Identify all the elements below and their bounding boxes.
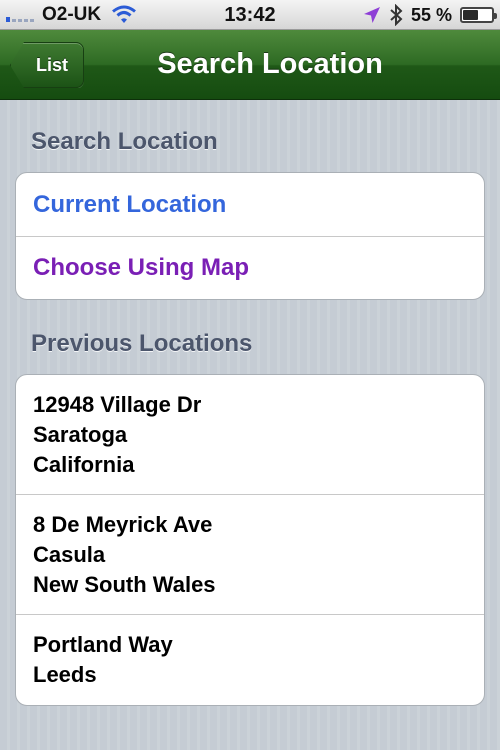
battery-icon bbox=[460, 7, 497, 23]
list-item[interactable]: 8 De Meyrick Ave Casula New South Wales bbox=[16, 495, 484, 615]
list-item[interactable]: 12948 Village Dr Saratoga California bbox=[16, 375, 484, 495]
location-services-icon bbox=[363, 7, 380, 23]
search-options-group: Current Location Choose Using Map bbox=[15, 172, 485, 300]
status-bar: O2-UK 13:42 55 % bbox=[0, 0, 500, 30]
address-line: New South Wales bbox=[33, 572, 216, 597]
address-line: Leeds bbox=[33, 662, 97, 687]
battery-percent: 55 % bbox=[410, 4, 452, 25]
address-line: California bbox=[33, 452, 135, 477]
status-right: 55 % bbox=[363, 0, 497, 30]
navigation-bar: List Search Location bbox=[0, 30, 500, 100]
address-line: 12948 Village Dr bbox=[33, 392, 202, 417]
address-line: Casula bbox=[33, 542, 106, 567]
section-header-previous: Previous Locations bbox=[31, 330, 253, 357]
bluetooth-icon bbox=[390, 4, 403, 26]
previous-locations-group: 12948 Village Dr Saratoga California 8 D… bbox=[15, 374, 485, 706]
choose-using-map-item[interactable]: Choose Using Map bbox=[16, 237, 484, 299]
address-line: Portland Way bbox=[33, 632, 173, 657]
section-header-search: Search Location bbox=[31, 128, 218, 155]
back-button[interactable]: List bbox=[10, 42, 84, 88]
address-line: Saratoga bbox=[33, 422, 128, 447]
page-title: Search Location bbox=[157, 48, 383, 80]
current-location-item[interactable]: Current Location bbox=[16, 173, 484, 237]
battery-level-fill bbox=[463, 10, 479, 20]
address-line: 8 De Meyrick Ave bbox=[33, 512, 213, 537]
list-item[interactable]: Portland Way Leeds bbox=[16, 615, 484, 705]
